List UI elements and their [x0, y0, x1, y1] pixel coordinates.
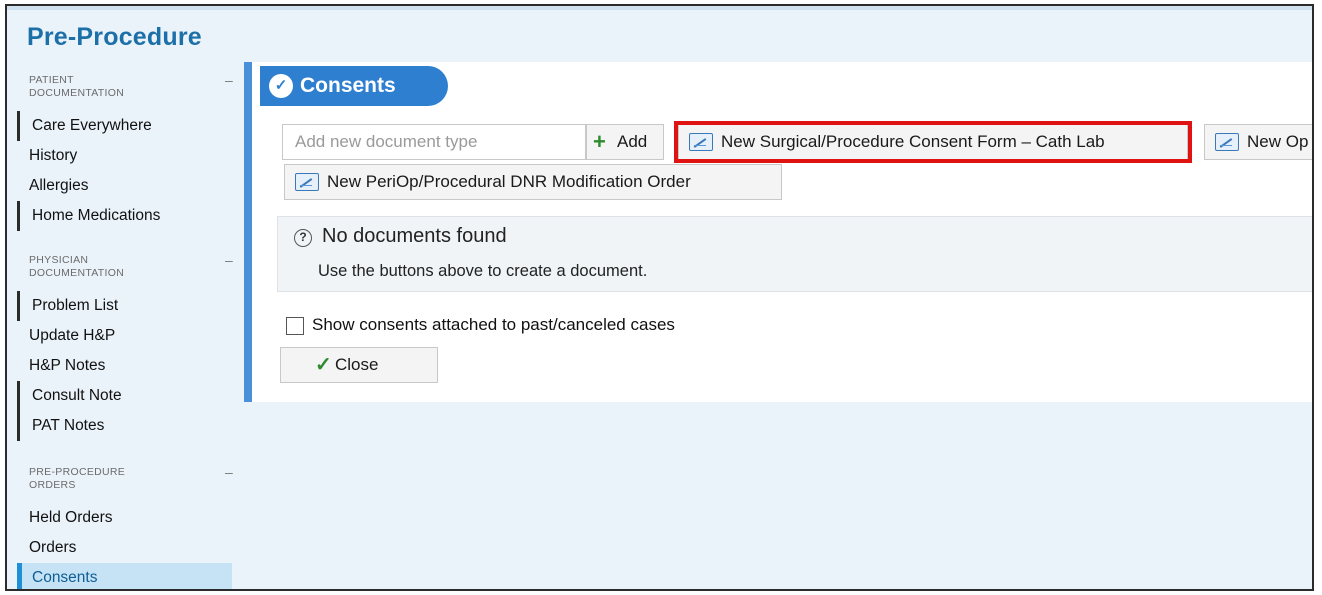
sidebar: Patient Documentation – Care Everywhere …: [7, 66, 242, 589]
new-op-button[interactable]: New Op: [1204, 124, 1312, 160]
add-button[interactable]: + Add: [586, 124, 664, 160]
sidebar-item-held-orders[interactable]: Held Orders: [17, 503, 232, 533]
collapse-icon[interactable]: –: [225, 464, 233, 480]
sidebar-item-pat-notes[interactable]: PAT Notes: [17, 411, 232, 441]
show-past-consents-checkbox[interactable]: [286, 317, 304, 335]
sidebar-item-home-medications[interactable]: Home Medications: [17, 201, 232, 231]
highlight-box: [674, 121, 1192, 163]
plus-icon: +: [593, 129, 606, 154]
new-dnr-modification-order-button[interactable]: New PeriOp/Procedural DNR Modification O…: [284, 164, 782, 200]
collapse-icon[interactable]: –: [225, 72, 233, 88]
form-signature-icon: [1215, 133, 1239, 151]
collapse-icon[interactable]: –: [225, 252, 233, 268]
sidebar-item-care-everywhere[interactable]: Care Everywhere: [17, 111, 232, 141]
sidebar-item-update-hp[interactable]: Update H&P: [17, 321, 232, 351]
sidebar-item-problem-list[interactable]: Problem List: [17, 291, 232, 321]
button-label: New PeriOp/Procedural DNR Modification O…: [327, 172, 691, 191]
sidebar-item-orders[interactable]: Orders: [17, 533, 232, 563]
sidebar-section-heading-pre-procedure-orders: Pre-Procedure Orders: [29, 466, 126, 491]
panel-header: ✓ Consents: [260, 66, 448, 106]
close-button-label: Close: [335, 355, 379, 374]
panel-title: Consents: [300, 74, 396, 97]
window-frame: Pre-Procedure Patient Documentation – Ca…: [5, 4, 1314, 591]
add-button-label: Add: [617, 132, 648, 151]
sidebar-item-history[interactable]: History: [17, 141, 232, 171]
page-title: Pre-Procedure: [27, 23, 202, 51]
close-button[interactable]: ✓ Close: [280, 347, 438, 383]
sidebar-item-hp-notes[interactable]: H&P Notes: [17, 351, 232, 381]
empty-state-box: ? No documents found Use the buttons abo…: [277, 216, 1312, 292]
sidebar-section-heading-physician-documentation: Physician Documentation: [29, 254, 125, 279]
top-strip: [7, 6, 1312, 10]
consent-check-icon: ✓: [269, 74, 293, 98]
sidebar-item-consents[interactable]: Consents: [17, 563, 232, 589]
sidebar-item-consult-note[interactable]: Consult Note: [17, 381, 232, 411]
form-signature-icon: [295, 173, 319, 191]
document-type-input[interactable]: [282, 124, 586, 160]
sidebar-section-heading-patient-documentation: Patient Documentation: [29, 74, 125, 99]
sidebar-item-allergies[interactable]: Allergies: [17, 171, 232, 201]
checkmark-icon: ✓: [315, 354, 332, 376]
show-past-consents-label[interactable]: Show consents attached to past/canceled …: [312, 315, 675, 335]
button-label: New Op: [1247, 132, 1309, 151]
empty-state-title: No documents found: [322, 225, 507, 247]
help-icon: ?: [294, 229, 312, 247]
consents-panel: ✓ Consents + Add New Surgical/Procedure …: [244, 62, 1312, 402]
empty-state-message: Use the buttons above to create a docume…: [318, 262, 648, 280]
